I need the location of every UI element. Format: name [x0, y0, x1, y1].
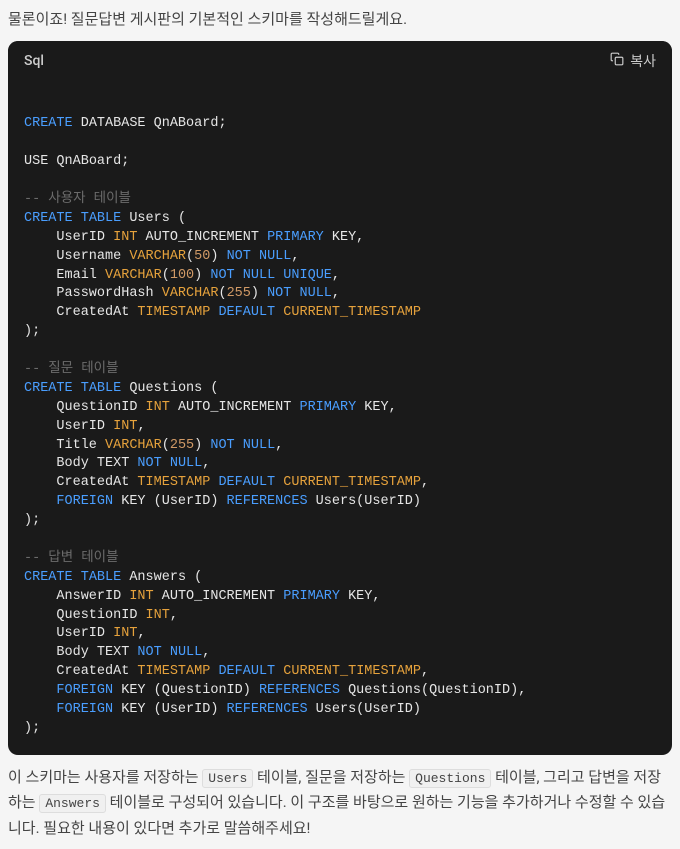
code-header: Sql 복사	[8, 41, 672, 81]
inline-code: Users	[202, 769, 253, 788]
copy-icon	[610, 52, 624, 69]
inline-code: Questions	[409, 769, 491, 788]
code-block: Sql 복사 CREATE DATABASE QnABoard; USE QnA…	[8, 41, 672, 755]
copy-label: 복사	[630, 51, 656, 71]
copy-button[interactable]: 복사	[610, 51, 656, 71]
language-label: Sql	[24, 53, 44, 69]
code-content[interactable]: CREATE DATABASE QnABoard; USE QnABoard; …	[8, 81, 672, 755]
outro-text: 이 스키마는 사용자를 저장하는 Users 테이블, 질문을 저장하는 Que…	[8, 765, 672, 842]
inline-code: Answers	[39, 794, 106, 813]
intro-text: 물론이죠! 질문답변 게시판의 기본적인 스키마를 작성해드릴게요.	[8, 8, 672, 31]
